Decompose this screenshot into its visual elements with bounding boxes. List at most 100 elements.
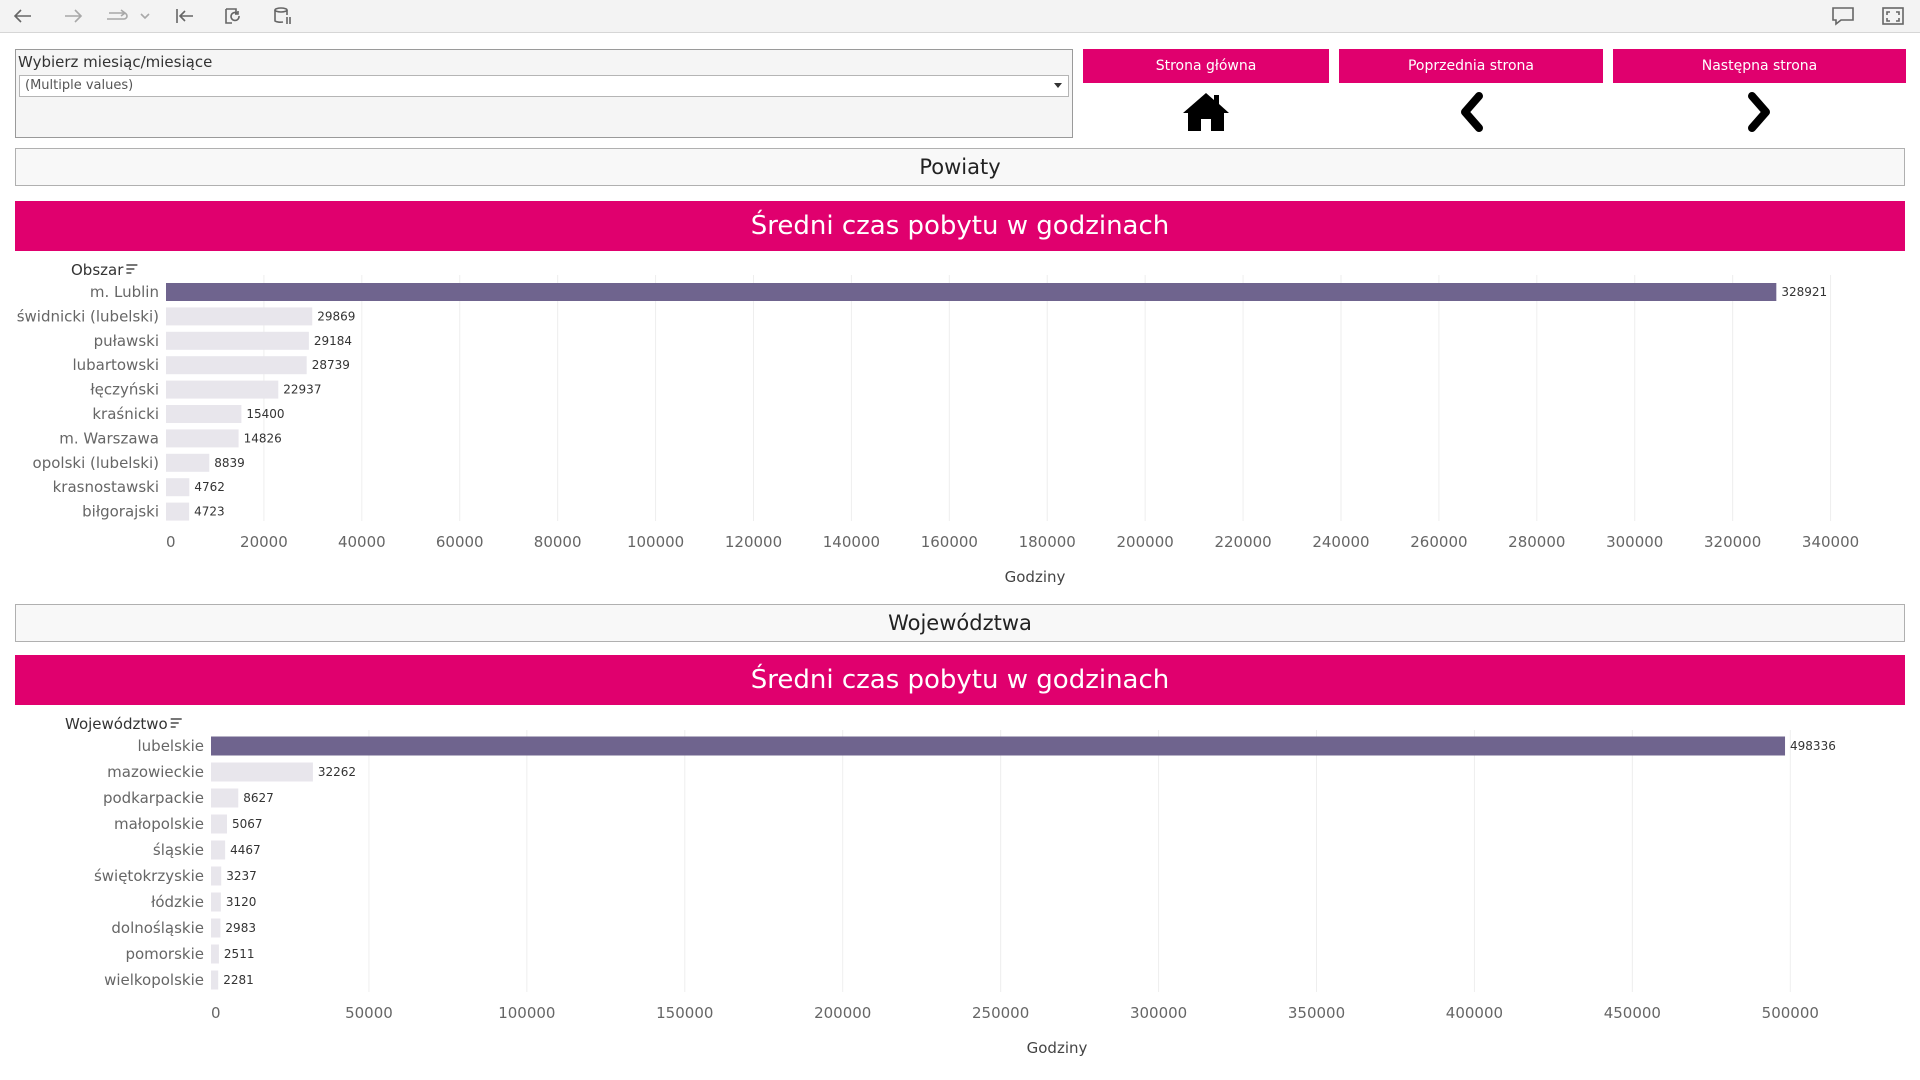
category-label: dolnośląskie (111, 919, 204, 937)
value-label: 4723 (194, 505, 225, 519)
value-label: 2983 (225, 921, 256, 935)
category-label: m. Warszawa (59, 429, 159, 447)
filter-title: Wybierz miesiąc/miesiące (18, 53, 213, 71)
pause-updates-icon[interactable] (270, 4, 296, 28)
value-label: 498336 (1790, 739, 1836, 753)
x-tick-label: 120000 (725, 533, 782, 551)
category-label: pomorskie (125, 945, 204, 963)
month-filter-dropdown[interactable]: (Multiple values) (19, 75, 1069, 97)
value-label: 28739 (312, 358, 350, 372)
value-label: 4762 (194, 480, 225, 494)
powiaty-bar-chart: Obszar 0 20000 40000 60000 80000 100000 120000 1… (17, 261, 1859, 586)
revert-to-start-icon[interactable] (172, 4, 198, 28)
category-label: świętokrzyskie (94, 867, 204, 885)
bar[interactable] (166, 331, 309, 350)
x-tick-label: 140000 (823, 533, 880, 551)
section-header-powiaty: Powiaty (15, 148, 1905, 186)
previous-page-label: Poprzednia strona (1407, 58, 1535, 74)
category-label: krasnostawski (53, 478, 159, 496)
x-tick-label: 300000 (1130, 1004, 1187, 1022)
bar[interactable] (166, 380, 279, 399)
bar[interactable] (211, 866, 222, 886)
bar[interactable] (211, 788, 239, 808)
bar[interactable] (166, 453, 210, 472)
value-label: 14826 (244, 431, 282, 445)
bar[interactable] (166, 478, 190, 497)
bar[interactable] (211, 814, 228, 834)
bar[interactable] (211, 892, 221, 912)
x-tick-label: 220000 (1214, 533, 1271, 551)
x-tick-label: 160000 (921, 533, 978, 551)
bar[interactable] (211, 970, 219, 990)
category-label: wielkopolskie (104, 971, 204, 989)
home-icon[interactable] (1181, 91, 1231, 137)
category-label: łódzkie (151, 893, 204, 911)
bar[interactable] (166, 502, 190, 521)
x-tick-label: 320000 (1704, 533, 1761, 551)
x-axis-title: Godziny (1027, 1039, 1088, 1057)
chevron-left-icon[interactable] (1457, 92, 1487, 136)
bar[interactable] (211, 762, 313, 782)
category-label: kraśnicki (92, 405, 159, 423)
category-label: lubartowski (72, 356, 159, 374)
category-label: śląskie (153, 841, 204, 859)
x-tick-label: 20000 (240, 533, 288, 551)
fullscreen-icon[interactable] (1880, 4, 1906, 28)
x-tick-label: 100000 (627, 533, 684, 551)
chart-title-powiaty: Średni czas pobytu w godzinach (15, 201, 1905, 251)
comment-icon[interactable] (1830, 4, 1856, 28)
bar[interactable] (166, 356, 307, 375)
x-tick-label: 80000 (534, 533, 582, 551)
bar[interactable] (211, 944, 219, 964)
category-label: m. Lublin (90, 283, 159, 301)
field-title: Województwo (65, 715, 168, 733)
category-label: podkarpackie (103, 789, 204, 807)
field-title: Obszar (71, 261, 124, 279)
x-tick-label: 150000 (656, 1004, 713, 1022)
sort-icon[interactable] (126, 264, 138, 274)
x-tick-label: 350000 (1288, 1004, 1345, 1022)
value-label: 2511 (224, 947, 255, 961)
bar[interactable] (166, 283, 1777, 301)
category-label: opolski (lubelski) (33, 454, 159, 472)
x-tick-label: 0 (211, 1004, 221, 1022)
x-tick-label: 40000 (338, 533, 386, 551)
bar[interactable] (166, 307, 313, 326)
category-label: małopolskie (114, 815, 204, 833)
redo-icon[interactable] (104, 4, 130, 28)
chevron-right-icon[interactable] (1744, 92, 1774, 136)
chevron-down-icon[interactable] (138, 4, 152, 28)
category-label: puławski (94, 332, 159, 350)
section-header-wojewodztwa: Województwa (15, 604, 1905, 642)
bar[interactable] (211, 840, 226, 860)
x-tick-label: 100000 (498, 1004, 555, 1022)
value-label: 8839 (214, 456, 245, 470)
bar[interactable] (211, 736, 1786, 756)
x-tick-label: 200000 (1117, 533, 1174, 551)
x-tick-label: 260000 (1410, 533, 1467, 551)
x-tick-label: 450000 (1604, 1004, 1661, 1022)
x-tick-label: 180000 (1019, 533, 1076, 551)
sort-icon[interactable] (170, 718, 182, 728)
value-label: 29184 (314, 334, 352, 348)
previous-page-button[interactable]: Poprzednia strona (1339, 49, 1603, 83)
value-label: 29869 (317, 309, 355, 323)
x-axis-title: Godziny (1005, 568, 1066, 586)
value-label: 8627 (243, 791, 274, 805)
refresh-data-icon[interactable] (220, 4, 246, 28)
x-tick-label: 200000 (814, 1004, 871, 1022)
next-page-button[interactable]: Następna strona (1613, 49, 1906, 83)
home-button[interactable]: Strona główna (1083, 49, 1329, 83)
x-tick-label: 400000 (1446, 1004, 1503, 1022)
forward-arrow-icon[interactable] (60, 4, 86, 28)
back-arrow-icon[interactable] (10, 4, 36, 28)
value-label: 32262 (318, 765, 356, 779)
bar[interactable] (166, 405, 242, 423)
category-label: łęczyński (90, 381, 159, 399)
x-tick-label: 240000 (1312, 533, 1369, 551)
x-tick-label: 250000 (972, 1004, 1029, 1022)
value-label: 3120 (226, 895, 257, 909)
bar[interactable] (166, 429, 239, 448)
bar[interactable] (211, 918, 221, 938)
value-label: 4467 (230, 843, 261, 857)
